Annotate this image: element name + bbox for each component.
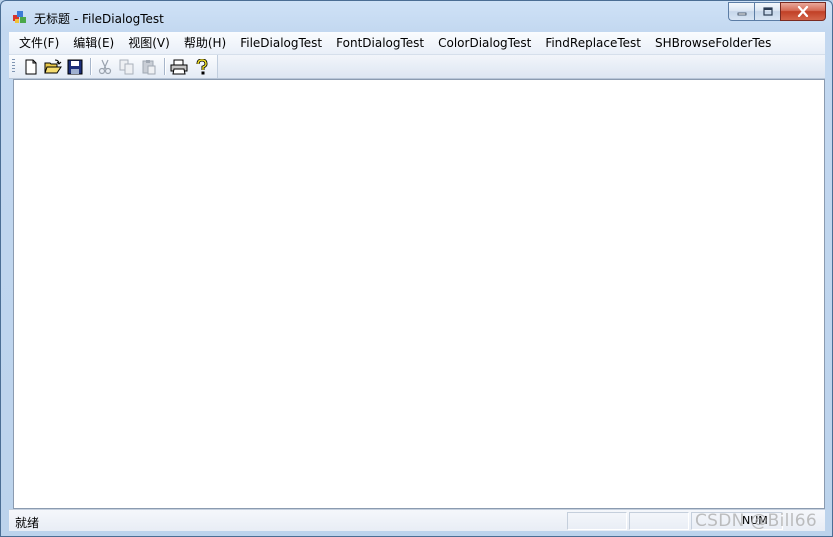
menu-view[interactable]: 视图(V) [121, 32, 177, 54]
print-button[interactable] [169, 57, 189, 76]
window-title: 无标题 - FileDialogTest [34, 12, 164, 26]
copy-icon [119, 59, 134, 74]
toolbar-separator [90, 58, 92, 75]
menu-bar: 文件(F) 编辑(E) 视图(V) 帮助(H) FileDialogTest F… [9, 32, 825, 55]
toolbar-band [9, 55, 218, 78]
help-button[interactable] [191, 57, 211, 76]
app-icon[interactable] [12, 9, 28, 25]
paste-icon [142, 59, 156, 74]
status-text: 就绪 [15, 516, 40, 530]
save-icon [67, 59, 83, 74]
menu-shbrowsefoldertest[interactable]: SHBrowseFolderTes [648, 32, 778, 54]
menu-edit[interactable]: 编辑(E) [66, 32, 121, 54]
close-icon [797, 6, 809, 17]
status-pane-scroll [629, 512, 689, 530]
caption-buttons [728, 2, 826, 24]
copy-button[interactable] [117, 57, 137, 76]
help-icon [196, 58, 208, 74]
maximize-icon [762, 7, 773, 16]
print-icon [170, 59, 188, 74]
new-button[interactable] [21, 57, 41, 76]
new-icon [25, 59, 37, 74]
open-button[interactable] [43, 57, 63, 76]
status-pane-caps [567, 512, 627, 530]
maximize-button[interactable] [754, 2, 780, 21]
watermark: CSDN @Bill66 [695, 511, 817, 531]
menu-help[interactable]: 帮助(H) [177, 32, 233, 54]
menu-colordialogtest[interactable]: ColorDialogTest [431, 32, 538, 54]
cut-button[interactable] [95, 57, 115, 76]
toolbar-grip[interactable] [12, 59, 15, 74]
toolbar-separator [164, 58, 166, 75]
paste-button[interactable] [139, 57, 159, 76]
title-bar[interactable]: 无标题 - FileDialogTest [1, 1, 832, 32]
document-view[interactable] [13, 79, 825, 509]
app-window: 无标题 - FileDialogTest 文件(F) 编辑(E) 视图(V) 帮… [0, 0, 833, 537]
menu-file[interactable]: 文件(F) [9, 32, 66, 54]
minimize-button[interactable] [728, 2, 754, 21]
toolbar [9, 55, 825, 79]
menu-findreplacetest[interactable]: FindReplaceTest [538, 32, 648, 54]
save-button[interactable] [65, 57, 85, 76]
menu-filedialogtest[interactable]: FileDialogTest [233, 32, 329, 54]
menu-fontdialogtest[interactable]: FontDialogTest [329, 32, 431, 54]
cut-icon [98, 59, 112, 74]
close-button[interactable] [780, 2, 826, 21]
minimize-icon [737, 12, 746, 15]
open-icon [44, 59, 62, 73]
